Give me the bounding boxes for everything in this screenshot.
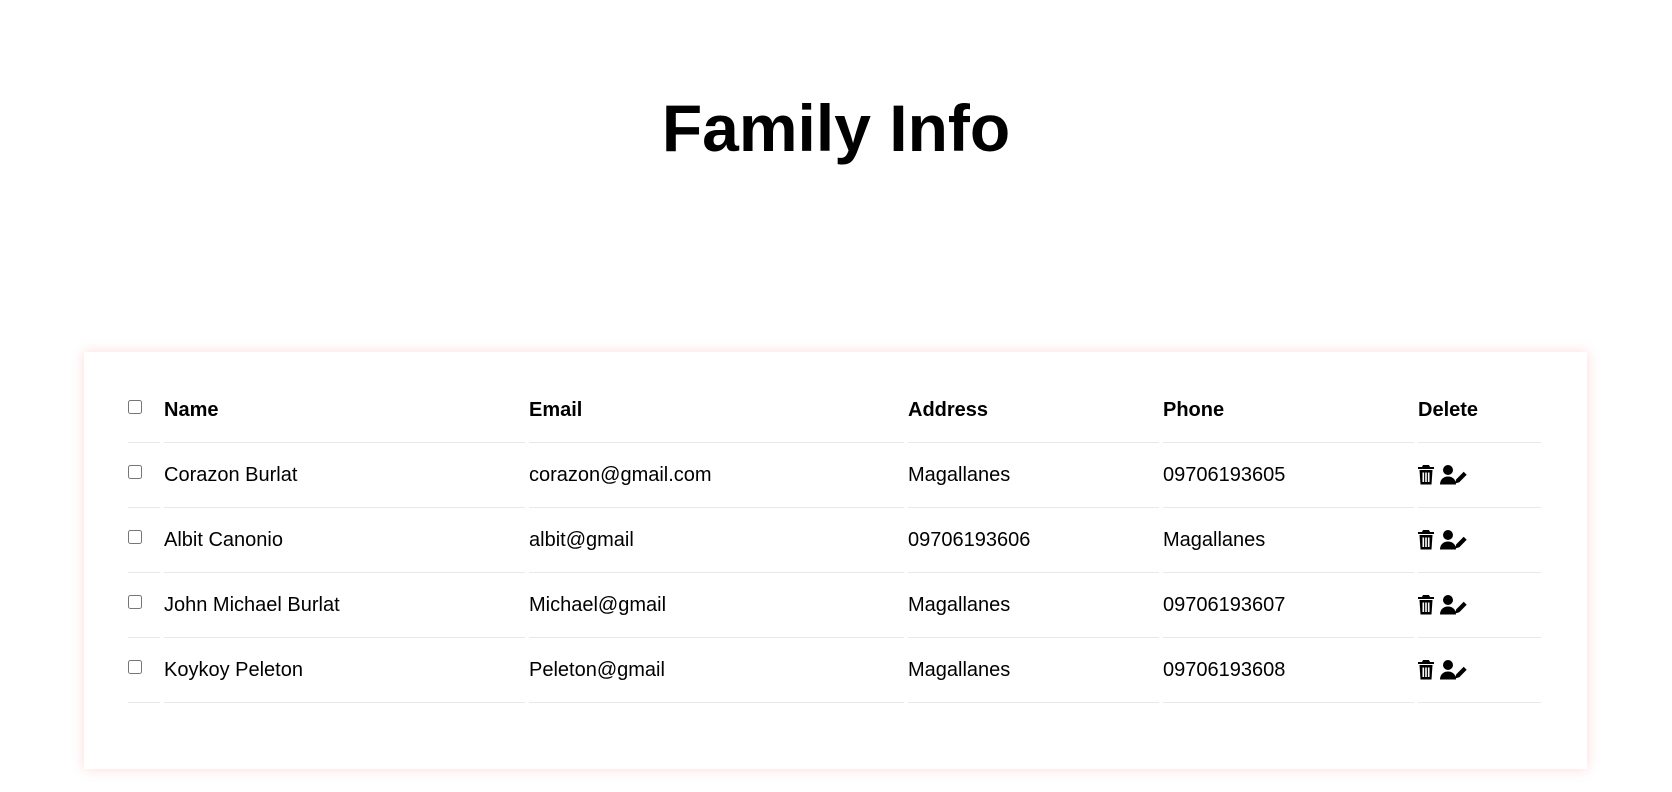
cell-phone: 09706193605 bbox=[1163, 443, 1414, 508]
cell-address: 09706193606 bbox=[908, 508, 1159, 573]
trash-icon[interactable] bbox=[1418, 530, 1434, 550]
cell-phone: 09706193608 bbox=[1163, 638, 1414, 703]
cell-actions bbox=[1418, 638, 1541, 703]
cell-email: Michael@gmail bbox=[529, 573, 904, 638]
cell-email: albit@gmail bbox=[529, 508, 904, 573]
cell-phone: Magallanes bbox=[1163, 508, 1414, 573]
header-delete: Delete bbox=[1418, 378, 1541, 443]
table-row: Koykoy Peleton Peleton@gmail Magallanes … bbox=[128, 638, 1541, 703]
row-select-cell bbox=[128, 638, 160, 703]
cell-email: corazon@gmail.com bbox=[529, 443, 904, 508]
trash-icon[interactable] bbox=[1418, 595, 1434, 615]
select-all-checkbox[interactable] bbox=[128, 400, 142, 415]
row-checkbox[interactable] bbox=[128, 530, 142, 545]
user-edit-icon[interactable] bbox=[1440, 530, 1467, 550]
cell-address: Magallanes bbox=[908, 443, 1159, 508]
trash-icon[interactable] bbox=[1418, 465, 1434, 485]
header-name: Name bbox=[164, 378, 525, 443]
row-checkbox[interactable] bbox=[128, 465, 142, 480]
family-table: Name Email Address Phone Delete Corazon … bbox=[124, 378, 1545, 703]
header-phone: Phone bbox=[1163, 378, 1414, 443]
table-row: Albit Canonio albit@gmail 09706193606 Ma… bbox=[128, 508, 1541, 573]
page-title: Family Info bbox=[661, 91, 1011, 165]
table-row: Corazon Burlat corazon@gmail.com Magalla… bbox=[128, 443, 1541, 508]
user-edit-icon[interactable] bbox=[1440, 660, 1467, 680]
cell-name: Corazon Burlat bbox=[164, 443, 525, 508]
header-email: Email bbox=[529, 378, 904, 443]
user-edit-icon[interactable] bbox=[1440, 595, 1467, 615]
table-header-row: Name Email Address Phone Delete bbox=[128, 378, 1541, 443]
header-select-cell bbox=[128, 378, 160, 443]
cell-email: Peleton@gmail bbox=[529, 638, 904, 703]
user-edit-icon[interactable] bbox=[1440, 465, 1467, 485]
header-address: Address bbox=[908, 378, 1159, 443]
row-checkbox[interactable] bbox=[128, 595, 142, 610]
cell-actions bbox=[1418, 573, 1541, 638]
table-row: John Michael Burlat Michael@gmail Magall… bbox=[128, 573, 1541, 638]
cell-phone: 09706193607 bbox=[1163, 573, 1414, 638]
row-checkbox[interactable] bbox=[128, 660, 142, 675]
table-card: Name Email Address Phone Delete Corazon … bbox=[84, 352, 1587, 769]
row-select-cell bbox=[128, 508, 160, 573]
cell-name: John Michael Burlat bbox=[164, 573, 525, 638]
row-select-cell bbox=[128, 443, 160, 508]
cell-address: Magallanes bbox=[908, 573, 1159, 638]
cell-name: Albit Canonio bbox=[164, 508, 525, 573]
cell-actions bbox=[1418, 443, 1541, 508]
trash-icon[interactable] bbox=[1418, 660, 1434, 680]
row-select-cell bbox=[128, 573, 160, 638]
cell-address: Magallanes bbox=[908, 638, 1159, 703]
cell-name: Koykoy Peleton bbox=[164, 638, 525, 703]
cell-actions bbox=[1418, 508, 1541, 573]
